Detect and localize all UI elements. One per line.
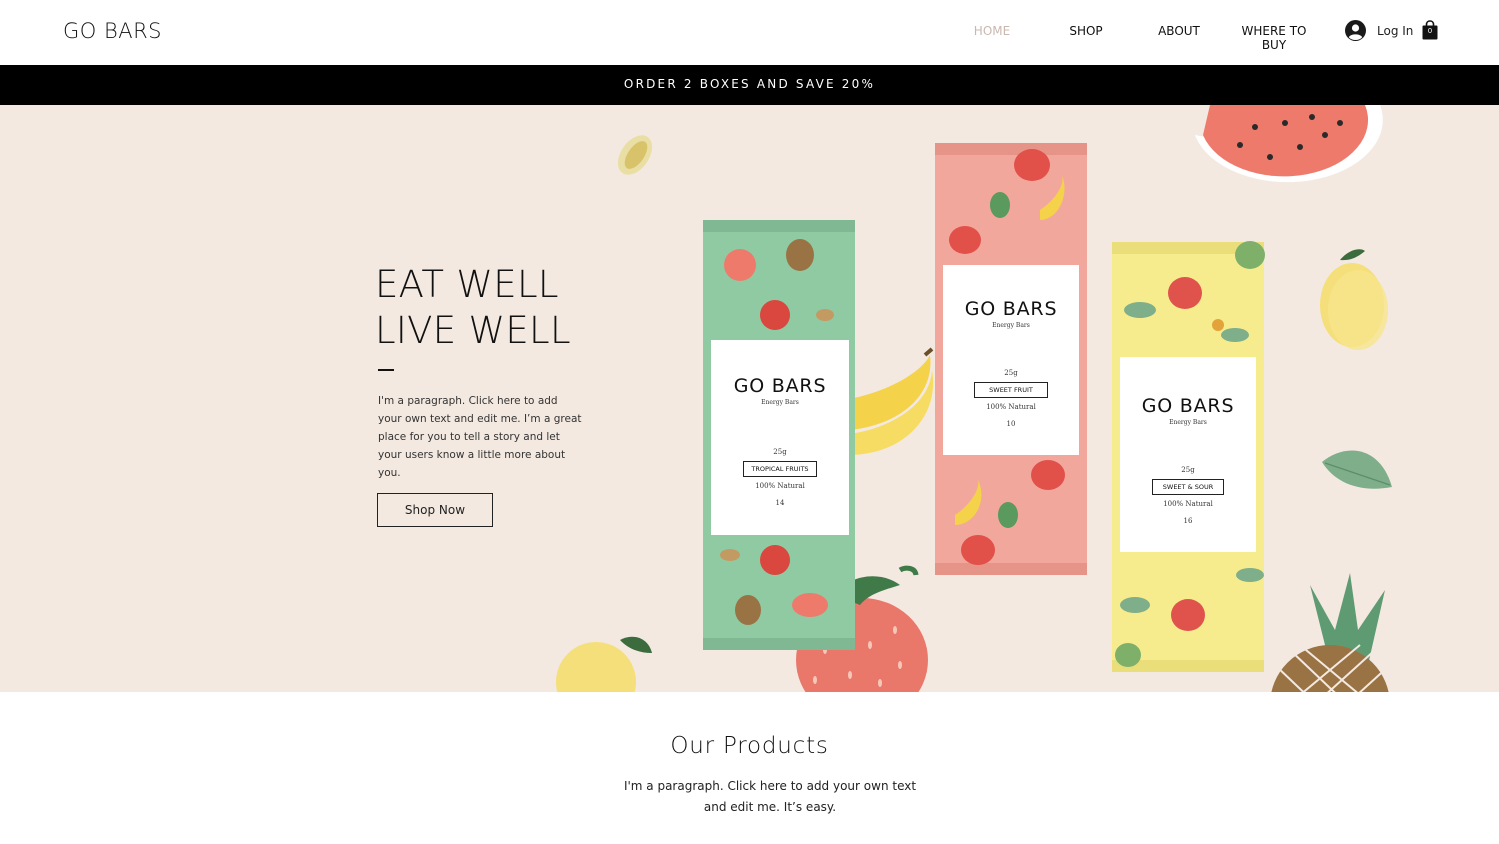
hero-divider [378, 369, 394, 371]
hero-title: EAT WELL LIVE WELL [375, 262, 571, 354]
cart-count: 0 [1427, 27, 1433, 35]
pineapple-icon [1271, 573, 1391, 692]
watermelon-slice-icon [1195, 105, 1383, 183]
hero-paragraph: I'm a paragraph. Click here to add your … [378, 395, 582, 479]
pack-weight: 25g [773, 448, 787, 456]
pack-brand: GO BARS [964, 298, 1058, 320]
products-section-title: Our Products [670, 733, 829, 759]
nav-shop[interactable]: SHOP [1062, 24, 1110, 38]
pack-natural: 100% Natural [755, 482, 805, 490]
pack-number: 16 [1183, 517, 1193, 525]
pistachio-icon [617, 135, 653, 175]
pack-number: 14 [775, 499, 785, 507]
pack-brand: GO BARS [1141, 395, 1235, 417]
pack-label-tropical: GO BARS Energy Bars 25g TROPICAL FRUITS … [711, 375, 849, 507]
hero-title-line-2: LIVE WELL [375, 309, 571, 352]
pack-weight: 25g [1004, 369, 1018, 377]
pack-flavor: SWEET & SOUR [1151, 479, 1225, 495]
pack-natural: 100% Natural [986, 403, 1036, 411]
pack-number: 10 [1006, 420, 1016, 428]
products-section-paragraph: I'm a paragraph. Click here to add your … [623, 779, 917, 814]
pack-subtitle: Energy Bars [761, 399, 799, 406]
hero-title-line-1: EAT WELL [375, 263, 559, 306]
site-header: GO BARS HOME SHOP ABOUT WHERE TO BUY Log… [0, 0, 1499, 65]
pack-subtitle: Energy Bars [992, 322, 1030, 329]
site-logo[interactable]: GO BARS [63, 19, 162, 43]
nav-about[interactable]: ABOUT [1155, 24, 1203, 38]
pack-flavor: TROPICAL FRUITS [743, 461, 817, 477]
lemon-icon [556, 636, 652, 692]
pack-flavor: SWEET FRUIT [974, 382, 1048, 398]
leaf-icon [1322, 450, 1392, 489]
login-label: Log In [1377, 23, 1414, 38]
banana-icon [842, 347, 934, 455]
pack-subtitle: Energy Bars [1169, 419, 1207, 426]
pack-brand: GO BARS [733, 375, 827, 397]
pack-natural: 100% Natural [1163, 500, 1213, 508]
pack-weight: 25g [1181, 466, 1195, 474]
login-button[interactable]: Log In [1345, 20, 1413, 41]
lemon-icon [1320, 249, 1388, 350]
nav-home[interactable]: HOME [968, 24, 1016, 38]
pack-label-sweet-sour: GO BARS Energy Bars 25g SWEET & SOUR 100… [1120, 395, 1256, 525]
user-avatar-icon [1345, 20, 1366, 41]
hero-section: EAT WELL LIVE WELL I'm a paragraph. Clic… [0, 105, 1499, 692]
shop-now-button[interactable]: Shop Now [377, 493, 493, 527]
nav-where-to-buy[interactable]: WHERE TO BUY [1228, 24, 1320, 52]
announcement-text: ORDER 2 BOXES AND SAVE 20% [623, 77, 876, 91]
pack-label-sweet-fruit: GO BARS Energy Bars 25g SWEET FRUIT 100%… [943, 298, 1079, 428]
announcement-bar: ORDER 2 BOXES AND SAVE 20% [0, 65, 1499, 105]
cart-button[interactable]: 0 [1421, 20, 1439, 44]
